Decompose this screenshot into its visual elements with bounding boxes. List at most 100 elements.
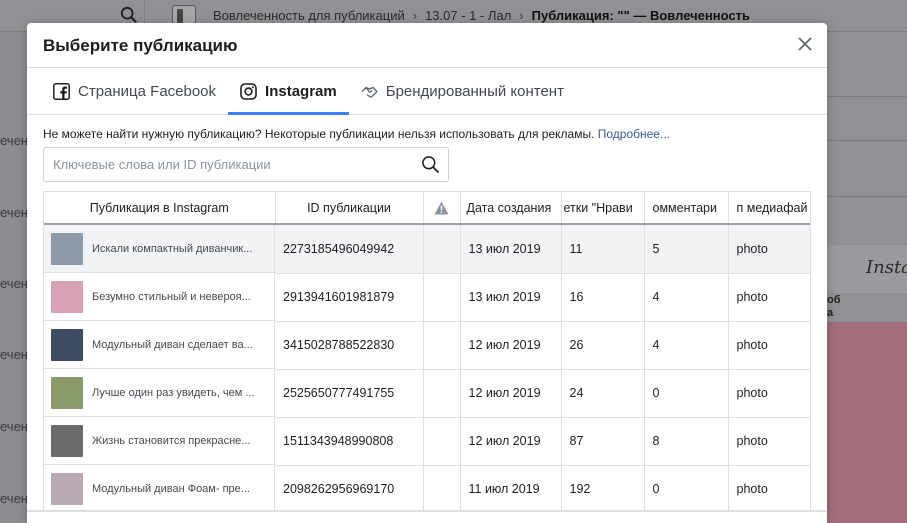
created-date-cell: 13 июл 2019 — [460, 224, 562, 274]
media-type-cell: photo — [728, 465, 810, 514]
preview-text-line: а — [827, 307, 834, 319]
post-cell[interactable]: Безумно стильный и невероя... — [44, 273, 275, 321]
column-header-post[interactable]: Публикация в Instagram — [44, 192, 276, 225]
select-post-dialog: Выберите публикацию Страница Facebook In… — [27, 23, 827, 523]
post-thumbnail — [51, 472, 83, 505]
post-caption: Безумно стильный и невероя... — [92, 290, 251, 303]
breadcrumb: Вовлеченность для публикаций › 13.07 - 1 -… — [213, 8, 750, 23]
column-header-created-date[interactable]: Дата создания — [460, 192, 562, 225]
divider — [827, 196, 907, 197]
likes-cell: 11 — [561, 224, 645, 274]
post-id-cell: 2098262956969170 — [275, 465, 424, 514]
column-header-likes[interactable]: етки "Нрави — [561, 192, 645, 225]
close-icon — [798, 37, 812, 51]
comments-cell: 0 — [644, 369, 729, 418]
post-id-cell: 2913941601981879 — [275, 273, 424, 322]
post-cell[interactable]: Искали компактный диванчик... — [44, 225, 275, 273]
instagram-logo: Insta — [866, 257, 907, 278]
likes-cell: 16 — [561, 273, 645, 322]
background-preview-image — [827, 322, 907, 523]
dialog-header: Выберите публикацию — [27, 23, 827, 68]
tab-bar: Страница Facebook Instagram Брендированн… — [27, 68, 827, 115]
posts-table-container[interactable]: Публикация в Instagram ID публикации Дат… — [43, 191, 811, 523]
warning-cell — [423, 369, 461, 418]
tab-instagram[interactable]: Instagram — [228, 68, 349, 115]
tab-label: Страница Facebook — [78, 82, 217, 100]
table-row[interactable]: Безумно стильный и невероя... 29139416019… — [44, 273, 810, 322]
post-thumbnail — [51, 424, 83, 457]
tab-branded-content[interactable]: Брендированный контент — [349, 68, 576, 114]
post-id-cell: 2525650777491755 — [275, 369, 424, 418]
warning-cell — [423, 224, 461, 274]
created-date-cell: 12 июл 2019 — [460, 417, 562, 466]
likes-cell: 87 — [561, 417, 645, 466]
likes-cell: 24 — [561, 369, 645, 418]
column-header-post-id[interactable]: ID публикации — [275, 192, 424, 225]
breadcrumb-current: Публикация: "" — Вовлеченность — [531, 8, 750, 23]
post-caption: Модульный диван сделает ва... — [92, 338, 253, 351]
post-id-cell: 3415028788522830 — [275, 321, 424, 370]
post-cell[interactable]: Модульный диван Фоам- пре... — [44, 465, 275, 513]
table-row[interactable]: Лучше один раз увидеть, чем ... 252565077… — [44, 369, 810, 418]
learn-more-link[interactable]: Подробнее... — [598, 127, 670, 141]
warning-cell — [423, 465, 461, 514]
post-thumbnail — [51, 328, 83, 361]
created-date-cell: 12 июл 2019 — [460, 321, 562, 370]
post-caption: Лучше один раз увидеть, чем ... — [92, 386, 255, 399]
table-row[interactable]: Жизнь становится прекрасне... 15113439489… — [44, 417, 810, 466]
handshake-icon — [361, 83, 378, 100]
warning-cell — [423, 321, 461, 370]
tab-label: Instagram — [265, 82, 337, 100]
tab-facebook-page[interactable]: Страница Facebook — [41, 68, 228, 114]
divider — [827, 140, 907, 141]
post-caption: Искали компактный диванчик... — [92, 242, 253, 255]
divider — [827, 96, 907, 97]
comments-cell: 4 — [644, 321, 729, 370]
table-header-row: Публикация в Instagram ID публикации Дат… — [44, 192, 810, 225]
media-type-cell: photo — [728, 417, 810, 466]
breadcrumb-item: 13.07 - 1 - Лал — [425, 8, 512, 23]
media-type-cell: photo — [728, 369, 810, 418]
post-thumbnail — [51, 232, 83, 265]
table-row[interactable]: Модульный диван сделает ва... 34150287885… — [44, 321, 810, 370]
media-type-cell: photo — [728, 321, 810, 370]
info-text: Не можете найти нужную публикацию? Некот… — [43, 127, 670, 141]
comments-cell: 5 — [644, 224, 729, 274]
column-header-media-type[interactable]: п медиафай — [728, 192, 810, 225]
post-cell[interactable]: Лучше один раз увидеть, чем ... — [44, 369, 275, 417]
post-caption: Жизнь становится прекрасне... — [92, 434, 251, 447]
column-header-comments[interactable]: омментари — [644, 192, 729, 225]
preview-text-line: об — [827, 294, 841, 306]
info-message: Не можете найти нужную публикацию? Некот… — [43, 127, 595, 141]
dialog-title: Выберите публикацию — [43, 36, 238, 55]
tab-label: Брендированный контент — [385, 82, 564, 100]
posts-table: Публикация в Instagram ID публикации Дат… — [44, 192, 810, 514]
instagram-icon — [240, 82, 257, 100]
column-header-warning[interactable] — [423, 192, 461, 225]
media-type-cell: photo — [728, 273, 810, 322]
created-date-cell: 11 июл 2019 — [460, 465, 562, 514]
comments-cell: 8 — [644, 417, 729, 466]
table-row[interactable]: Искали компактный диванчик... 22731854960… — [44, 224, 810, 274]
post-thumbnail — [51, 376, 83, 409]
comments-cell: 0 — [644, 465, 729, 514]
close-button[interactable] — [795, 34, 815, 54]
post-id-cell: 2273185496049942 — [275, 224, 424, 274]
created-date-cell: 12 июл 2019 — [460, 369, 562, 418]
warning-icon — [434, 201, 449, 215]
search-field — [43, 147, 449, 182]
search-icon[interactable] — [421, 155, 440, 174]
facebook-icon — [53, 82, 70, 100]
comments-cell: 4 — [644, 273, 729, 322]
post-cell[interactable]: Модульный диван сделает ва... — [44, 321, 275, 369]
post-id-cell: 1511343948990808 — [275, 417, 424, 466]
media-type-cell: photo — [728, 224, 810, 274]
created-date-cell: 13 июл 2019 — [460, 273, 562, 322]
search-input[interactable] — [44, 148, 404, 181]
post-cell[interactable]: Жизнь становится прекрасне... — [44, 417, 275, 465]
warning-cell — [423, 273, 461, 322]
table-row[interactable]: Модульный диван Фоам- пре... 209826295696… — [44, 465, 810, 514]
post-caption: Модульный диван Фоам- пре... — [92, 482, 250, 495]
post-thumbnail — [51, 280, 83, 313]
warning-cell — [423, 417, 461, 466]
